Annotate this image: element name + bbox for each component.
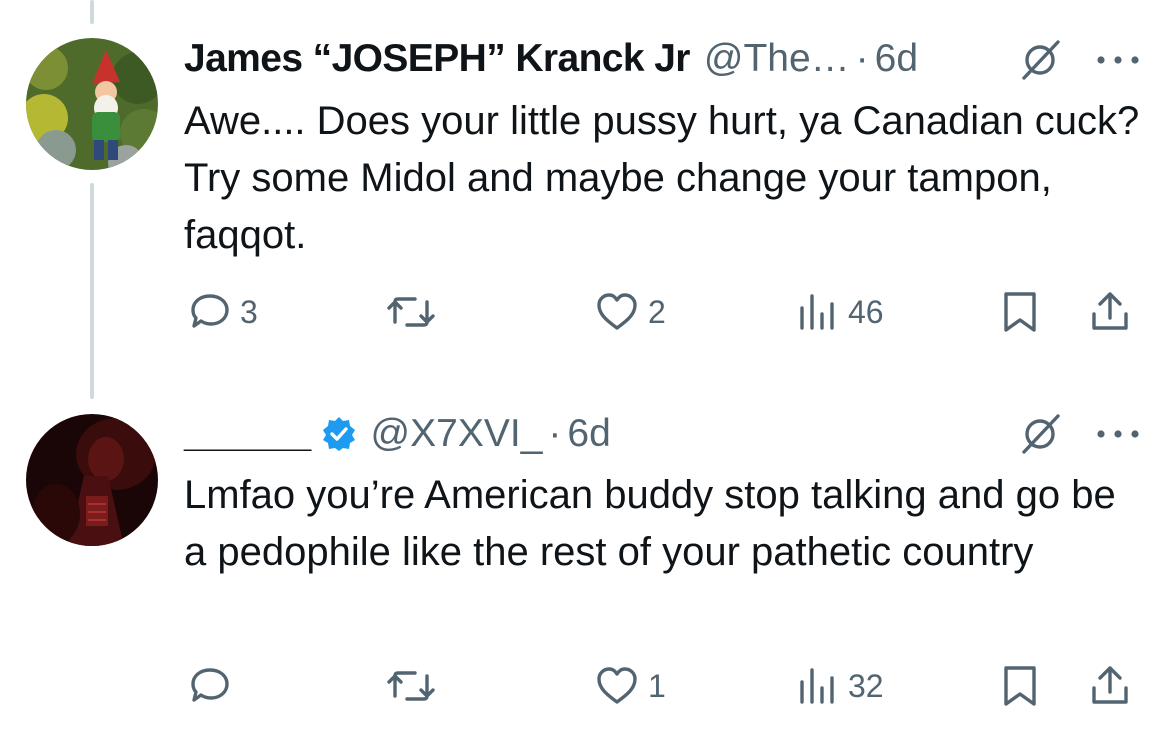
share-button[interactable] (1088, 287, 1132, 337)
tweet-text: Awe.... Does your little pussy hurt, ya … (184, 99, 1140, 257)
bookmark-icon (1004, 292, 1036, 332)
user-handle[interactable]: @X7XVI_ (371, 412, 543, 456)
separator-dot: · (548, 412, 562, 455)
views-button[interactable]: 46 (796, 287, 884, 337)
views-count: 46 (848, 293, 884, 330)
tweet-header: James “JOSEPH” Kranck Jr @The… · 6d (184, 34, 918, 84)
heart-icon (597, 667, 637, 704)
separator-dot: · (855, 37, 869, 80)
display-name[interactable]: James “JOSEPH” Kranck Jr (184, 37, 690, 81)
dark-red-avatar-icon (26, 414, 158, 546)
share-button[interactable] (1088, 661, 1132, 711)
repost-button[interactable] (385, 287, 445, 337)
thread-line-top (90, 0, 94, 24)
like-button[interactable]: 2 (594, 287, 666, 337)
grok-icon[interactable] (1018, 412, 1062, 456)
reply-button[interactable]: 3 (188, 287, 258, 337)
views-icon (800, 294, 834, 330)
timestamp[interactable]: 6d (567, 412, 610, 456)
like-count: 2 (648, 293, 666, 330)
tweet-actions: 1 32 (0, 661, 1170, 711)
like-count: 1 (648, 667, 666, 704)
reply-button[interactable] (188, 661, 240, 711)
views-icon (800, 668, 834, 704)
tweet-actions: 3 2 46 (0, 287, 1170, 337)
reply-icon (191, 668, 229, 702)
grok-icon[interactable] (1018, 38, 1062, 82)
tweet-text: Lmfao you’re American buddy stop talking… (184, 473, 1116, 574)
share-icon (1092, 292, 1128, 330)
user-handle[interactable]: @The… (704, 37, 850, 81)
reply-icon (191, 294, 229, 328)
more-options-icon[interactable] (1093, 424, 1143, 444)
share-icon (1092, 666, 1128, 704)
more-options-icon[interactable] (1093, 50, 1143, 70)
repost-button[interactable] (385, 661, 445, 711)
bookmark-button[interactable] (1000, 287, 1040, 337)
display-name[interactable]: ______ (184, 412, 311, 456)
bookmark-button[interactable] (1000, 661, 1040, 711)
repost-icon (387, 297, 435, 327)
repost-icon (387, 671, 435, 701)
gnome-avatar-icon (26, 38, 158, 170)
avatar[interactable] (26, 38, 158, 170)
views-count: 32 (848, 667, 884, 704)
tweet-header: ______ @X7XVI_ · 6d (184, 409, 611, 459)
timestamp[interactable]: 6d (875, 37, 918, 81)
verified-badge-icon (322, 417, 355, 451)
like-button[interactable]: 1 (594, 661, 666, 711)
avatar[interactable] (26, 414, 158, 546)
reply-count: 3 (240, 293, 258, 330)
bookmark-icon (1004, 666, 1036, 706)
views-button[interactable]: 32 (796, 661, 884, 711)
heart-icon (597, 293, 637, 330)
